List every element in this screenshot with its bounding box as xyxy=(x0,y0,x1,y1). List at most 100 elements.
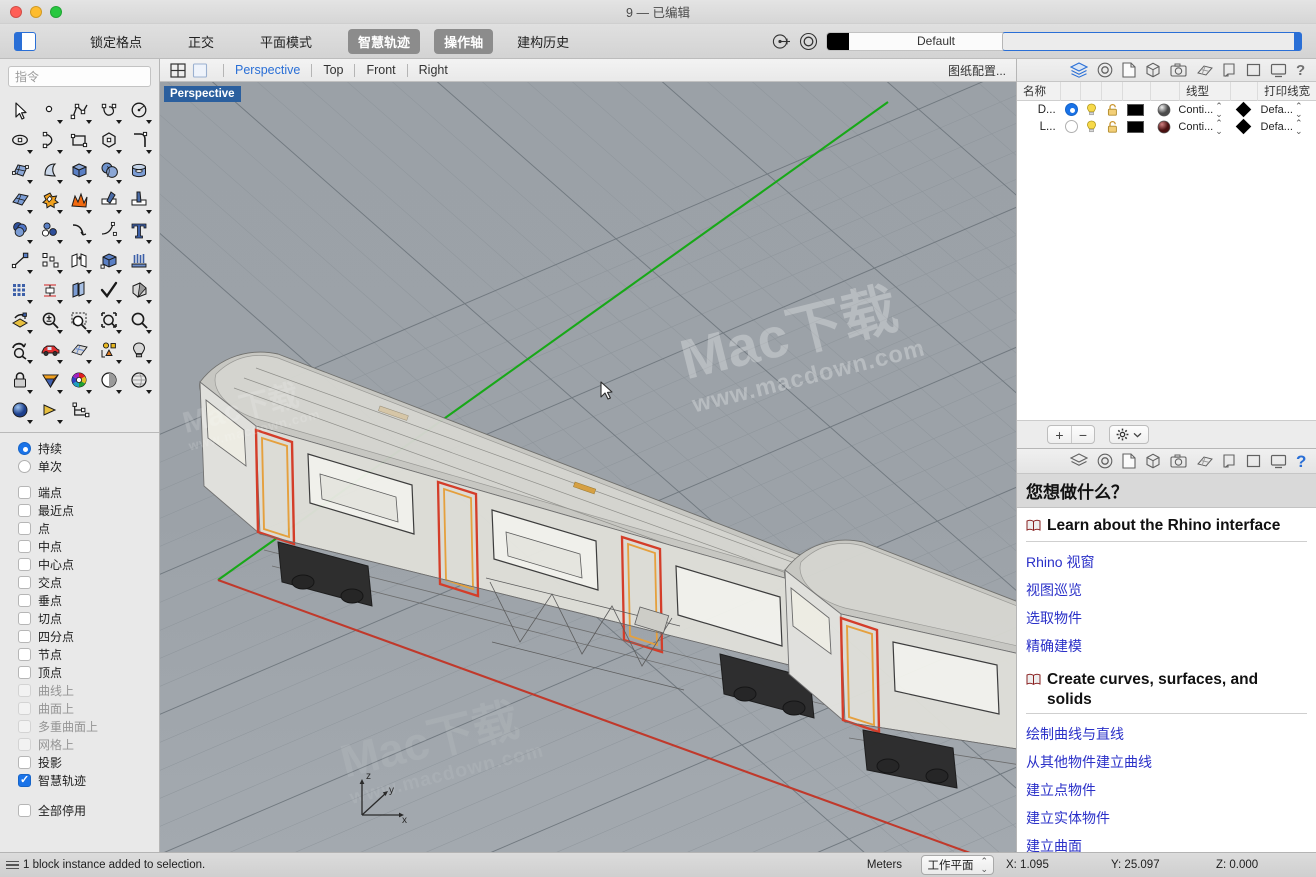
render-icon[interactable] xyxy=(1196,63,1213,78)
linetype-select[interactable]: Conti...⌃⌄ xyxy=(1178,119,1229,135)
osnap-project[interactable]: 投影 xyxy=(18,753,159,771)
osnap-cen[interactable]: 中心点 xyxy=(18,555,159,573)
sphere-icon[interactable] xyxy=(95,156,125,186)
camera-icon[interactable] xyxy=(36,396,66,426)
checkbox-int[interactable] xyxy=(18,576,31,589)
checkbox-quad[interactable] xyxy=(18,630,31,643)
curve-icon[interactable] xyxy=(95,96,125,126)
viewport-tab-front[interactable]: Front xyxy=(364,63,397,77)
toolbar-item-smarttrack[interactable]: 智慧轨迹 xyxy=(348,29,420,54)
document-icon[interactable] xyxy=(1122,62,1136,78)
array-icon[interactable] xyxy=(36,246,66,276)
camera-icon[interactable] xyxy=(1170,454,1187,468)
radio-persistent[interactable] xyxy=(18,442,31,455)
display-icon[interactable] xyxy=(1246,454,1261,468)
block-tools-icon[interactable] xyxy=(66,396,96,426)
osnap-int[interactable]: 交点 xyxy=(18,573,159,591)
table-row[interactable]: L... Conti...⌃⌄ Defa...⌃⌄ xyxy=(1017,118,1316,135)
surface-from-curves-icon[interactable] xyxy=(6,186,36,216)
checkbox-cen[interactable] xyxy=(18,558,31,571)
zoom-icon[interactable] xyxy=(125,306,155,336)
checkbox-point[interactable] xyxy=(18,522,31,535)
layer-color-swatch[interactable] xyxy=(827,33,849,50)
lock-object-icon[interactable] xyxy=(6,366,36,396)
render-preview-icon[interactable] xyxy=(36,336,66,366)
checkbox-mid[interactable] xyxy=(18,540,31,553)
osnap-mode-once[interactable]: 单次 xyxy=(18,457,159,475)
layout-config-link[interactable]: 图纸配置... xyxy=(948,62,1006,79)
arc-icon[interactable] xyxy=(36,126,66,156)
close-button[interactable] xyxy=(10,6,22,18)
layer-color-swatch[interactable] xyxy=(1122,104,1150,116)
osnap-end[interactable]: 端点 xyxy=(18,483,159,501)
checkbox-tan[interactable] xyxy=(18,612,31,625)
help-link[interactable]: 建立点物件 xyxy=(1026,776,1307,804)
stepper-icon[interactable]: ⌃⌄ xyxy=(1295,119,1303,135)
help-icon[interactable]: ? xyxy=(1296,62,1308,78)
display-mode-icon[interactable] xyxy=(36,366,66,396)
single-view-icon[interactable] xyxy=(192,63,208,78)
add-layer-button[interactable]: + xyxy=(1048,426,1071,443)
offset-surface-icon[interactable] xyxy=(95,216,125,246)
osnap-vertex[interactable]: 顶点 xyxy=(18,663,159,681)
object-icon[interactable] xyxy=(1145,62,1161,78)
boolean-union-icon[interactable] xyxy=(36,186,66,216)
split-icon[interactable] xyxy=(125,186,155,216)
cplane-select[interactable]: 工作平面 ⌃⌄ xyxy=(921,855,994,875)
toolbar-item-history[interactable]: 建构历史 xyxy=(507,29,579,54)
point-icon[interactable] xyxy=(36,96,66,126)
osnap-mid[interactable]: 中点 xyxy=(18,537,159,555)
stepper-icon[interactable]: ⌃⌄ xyxy=(1215,102,1223,118)
layer-list[interactable]: D... Conti...⌃⌄ Defa...⌃⌄ L... xyxy=(1017,101,1316,420)
help-link[interactable]: 建立实体物件 xyxy=(1026,804,1307,832)
print-width-select[interactable]: Defa...⌃⌄ xyxy=(1257,119,1316,135)
explode-icon[interactable] xyxy=(66,186,96,216)
visibility-bulb-icon[interactable] xyxy=(1082,120,1102,134)
render-icon[interactable] xyxy=(1196,454,1213,469)
osnap-disable-all[interactable]: 全部停用 xyxy=(18,801,159,819)
toolbar-item-grid-snap[interactable]: 锁定格点 xyxy=(80,29,152,54)
osnap-tan[interactable]: 切点 xyxy=(18,609,159,627)
display-icon[interactable] xyxy=(1246,63,1261,77)
mesh-tools-icon[interactable] xyxy=(66,336,96,366)
viewport-tab-right[interactable]: Right xyxy=(417,63,450,77)
help-link[interactable]: 绘制曲线与直线 xyxy=(1026,720,1307,748)
layer-color-swatch[interactable] xyxy=(1122,121,1150,133)
status-menu-icon[interactable] xyxy=(6,861,19,870)
color-wheel-icon[interactable] xyxy=(66,366,96,396)
maximize-button[interactable] xyxy=(50,6,62,18)
checkbox-knot[interactable] xyxy=(18,648,31,661)
radio-once[interactable] xyxy=(18,460,31,473)
viewport-tab-top[interactable]: Top xyxy=(321,63,345,77)
target-icon[interactable] xyxy=(799,32,818,51)
paint-bucket-icon[interactable] xyxy=(6,306,36,336)
cylinder-icon[interactable] xyxy=(125,156,155,186)
grid-array-icon[interactable] xyxy=(6,276,36,306)
print-color-diamond-icon[interactable] xyxy=(1230,121,1257,132)
help-link[interactable]: 从其他物件建立曲线 xyxy=(1026,748,1307,776)
polyline-icon[interactable] xyxy=(66,96,96,126)
trim-icon[interactable] xyxy=(95,186,125,216)
stepper-icon[interactable]: ⌃⌄ xyxy=(1295,102,1303,118)
polygon-icon[interactable] xyxy=(95,126,125,156)
help-link[interactable]: 精确建模 xyxy=(1026,632,1307,660)
surface-loft-icon[interactable] xyxy=(36,156,66,186)
command-input[interactable] xyxy=(8,66,151,87)
linetype-select[interactable]: Conti...⌃⌄ xyxy=(1178,102,1229,118)
viewport-name-label[interactable]: Perspective xyxy=(164,86,241,102)
checkbox-near[interactable] xyxy=(18,504,31,517)
circle-icon[interactable] xyxy=(125,96,155,126)
rectangle-icon[interactable] xyxy=(66,126,96,156)
properties-icon[interactable] xyxy=(1097,453,1113,469)
remove-layer-button[interactable]: − xyxy=(1071,426,1094,443)
viewport-tab-perspective[interactable]: Perspective xyxy=(233,63,302,77)
check-icon[interactable] xyxy=(95,276,125,306)
help-link[interactable]: 建立曲面 xyxy=(1026,832,1307,852)
object-icon[interactable] xyxy=(1145,453,1161,469)
offset-curve-icon[interactable] xyxy=(66,216,96,246)
left-panel-toggle-icon[interactable] xyxy=(14,32,36,51)
extrude-icon[interactable] xyxy=(125,246,155,276)
layers-icon[interactable] xyxy=(1070,453,1088,469)
copy-icon[interactable] xyxy=(66,276,96,306)
document-icon[interactable] xyxy=(1122,453,1136,469)
